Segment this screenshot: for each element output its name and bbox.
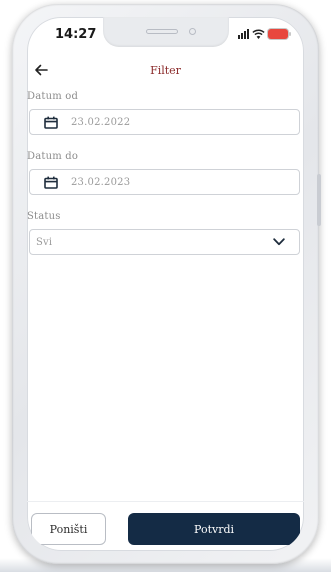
- page-title: Filter: [150, 64, 181, 77]
- status-label: Status: [27, 211, 61, 222]
- status-select[interactable]: Svi: [29, 229, 300, 255]
- date-from-value: 23.02.2022: [71, 116, 131, 128]
- calendar-icon: [44, 176, 58, 189]
- status-selected-value: Svi: [36, 236, 53, 248]
- wifi-icon: [252, 29, 265, 39]
- status-icons: [238, 29, 291, 39]
- date-to-field[interactable]: 23.02.2023: [29, 169, 300, 195]
- status-time: 14:27: [55, 27, 97, 42]
- speaker-grille: [146, 29, 178, 34]
- battery-icon: [268, 29, 291, 39]
- app-screen: 14:27 Filter Datum od 23.02.2022 Datum d…: [27, 17, 304, 551]
- confirm-button[interactable]: Potvrdi: [128, 513, 300, 545]
- app-header: Filter: [27, 61, 304, 83]
- date-from-label: Datum od: [27, 91, 79, 102]
- chevron-down-icon: [273, 238, 285, 246]
- front-camera: [189, 28, 196, 35]
- footer-divider: [27, 501, 304, 502]
- phone-frame: 14:27 Filter Datum od 23.02.2022 Datum d…: [12, 4, 321, 564]
- phone-notch: [103, 17, 229, 47]
- reset-button[interactable]: Poništi: [31, 513, 106, 545]
- cellular-signal-icon: [238, 29, 249, 39]
- calendar-icon: [44, 116, 58, 129]
- phone-side-button: [317, 174, 321, 226]
- date-to-label: Datum do: [27, 151, 79, 162]
- date-to-value: 23.02.2023: [71, 176, 131, 188]
- date-from-field[interactable]: 23.02.2022: [29, 109, 300, 135]
